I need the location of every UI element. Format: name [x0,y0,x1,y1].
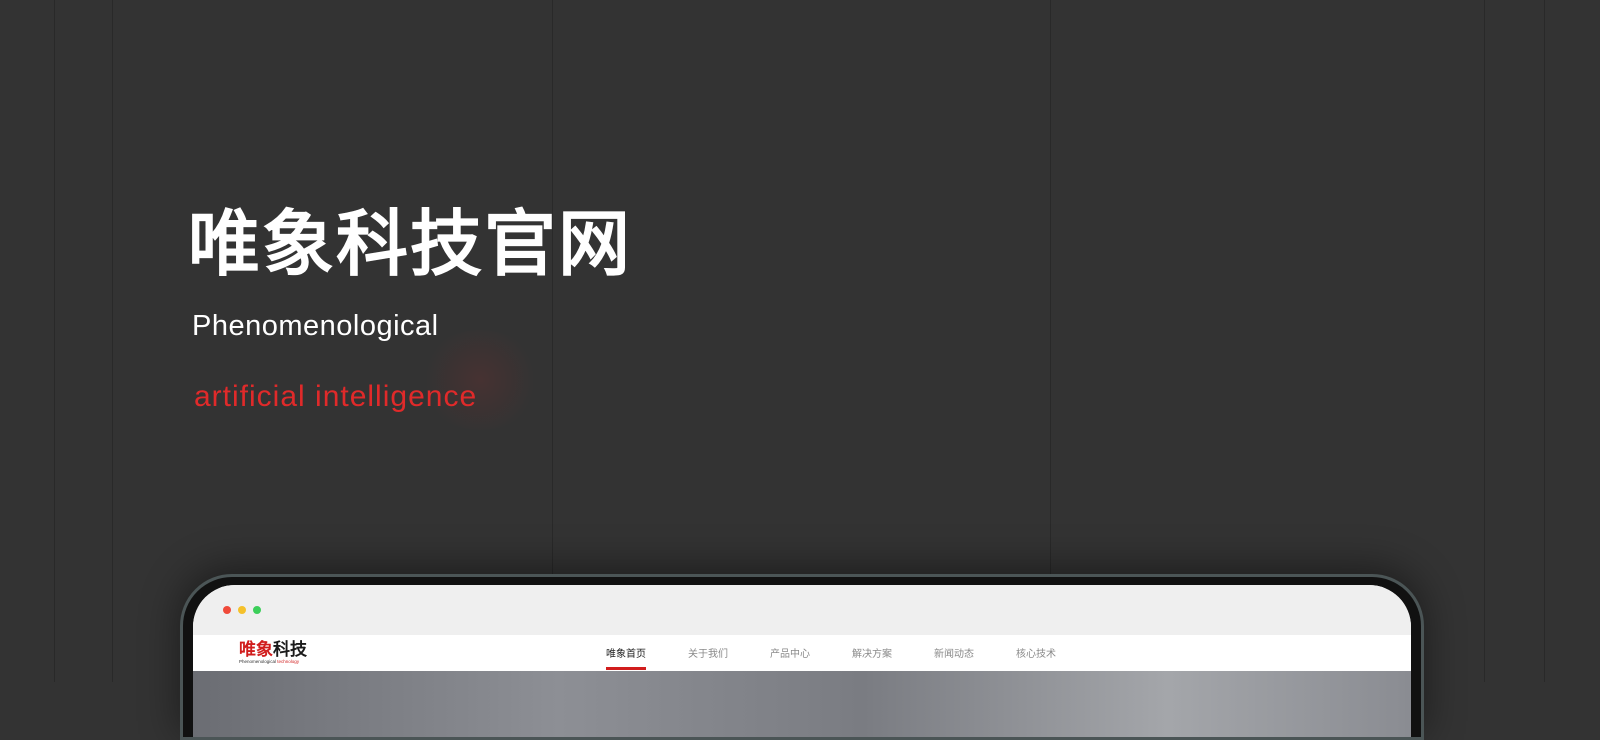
background-gridline [1484,0,1485,682]
background-gridline [1544,0,1545,682]
site-logo[interactable]: 唯象科技 Phenomenological technology [239,641,307,665]
hero-accent-text: artificial intelligence [194,380,478,413]
nav-item-label: 核心技术 [1016,649,1056,660]
nav-item-products[interactable]: 产品中心 [770,645,810,660]
nav-item-core-tech[interactable]: 核心技术 [1016,645,1056,660]
browser-chrome [193,585,1411,635]
nav-item-home[interactable]: 唯象首页 [606,645,646,670]
window-close-button[interactable] [223,606,231,614]
nav-item-label: 关于我们 [688,649,728,660]
hero-banner-image [193,671,1411,737]
hero-subtitle: Phenomenological [192,310,439,342]
device-mockup: 唯象科技 Phenomenological technology 唯象首页 关于… [180,574,1424,740]
site-navbar: 唯象科技 Phenomenological technology 唯象首页 关于… [193,635,1411,671]
logo-tagline-red: technology [277,659,300,664]
logo-tagline: Phenomenological [239,659,277,664]
device-screen: 唯象科技 Phenomenological technology 唯象首页 关于… [193,585,1411,737]
background-gridline [54,0,55,682]
window-maximize-button[interactable] [253,606,261,614]
hero-title: 唯象科技官网 [188,202,633,286]
nav-item-label: 唯象首页 [606,649,646,660]
nav-item-label: 解决方案 [852,649,892,660]
logo-text-dark: 科技 [273,640,307,660]
nav-item-news[interactable]: 新闻动态 [934,645,974,660]
background-gridline [112,0,113,682]
window-minimize-button[interactable] [238,606,246,614]
nav-item-solutions[interactable]: 解决方案 [852,645,892,660]
logo-text-red: 唯象 [239,640,273,660]
nav-active-indicator [606,667,646,670]
nav-item-label: 新闻动态 [934,649,974,660]
nav-item-about[interactable]: 关于我们 [688,645,728,660]
nav-item-label: 产品中心 [770,649,810,660]
